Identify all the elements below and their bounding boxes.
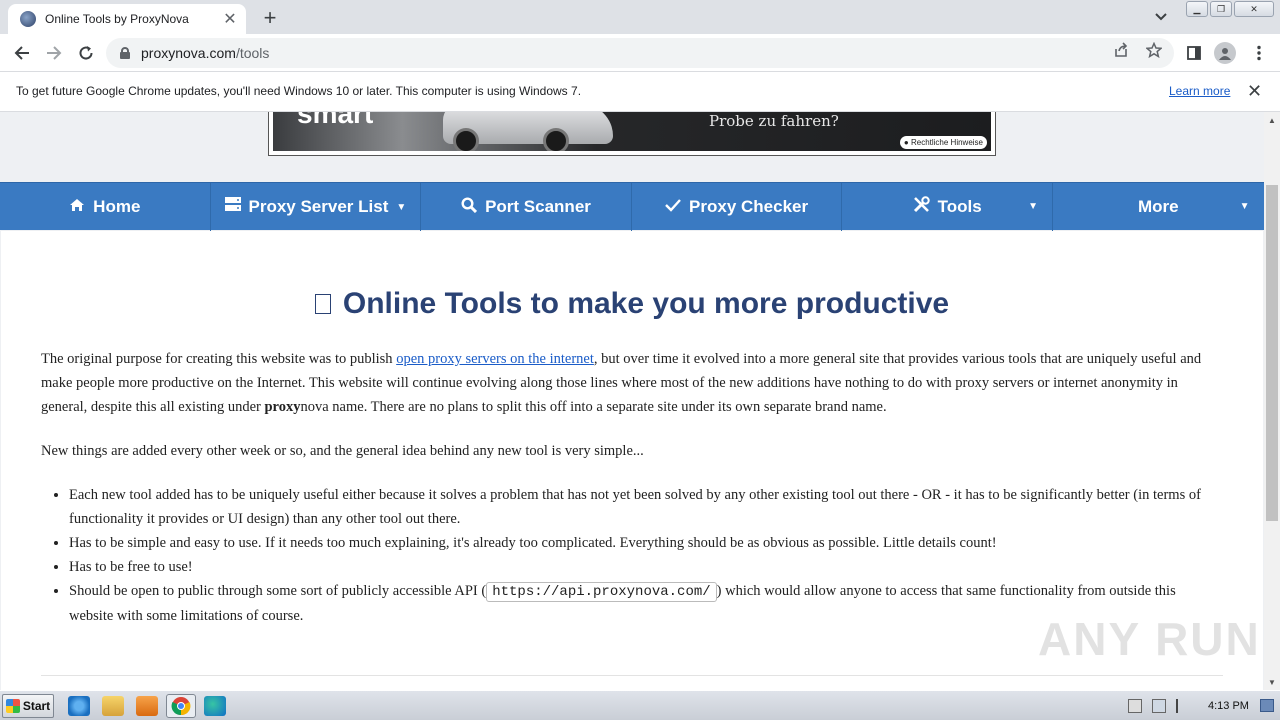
caret-down-icon: ▼ xyxy=(396,201,407,213)
tab-title: Online Tools by ProxyNova xyxy=(45,12,189,26)
nav-more-label: More xyxy=(1137,197,1179,216)
url-host: proxynova.com xyxy=(141,45,236,61)
ad-banner[interactable]: smart Probe zu fahren? ● Rechtliche Hinw… xyxy=(268,112,996,156)
file-explorer-icon[interactable] xyxy=(102,696,124,716)
tab-search-chevron-icon[interactable] xyxy=(1150,6,1172,28)
edge-icon[interactable] xyxy=(204,696,226,716)
back-arrow-icon[interactable] xyxy=(10,41,34,65)
page-viewport: smart Probe zu fahren? ● Rechtliche Hinw… xyxy=(0,112,1264,690)
system-tray xyxy=(1122,693,1280,719)
nav-proxy-server-list-label: Proxy Server List xyxy=(248,197,389,216)
infobar-message: To get future Google Chrome updates, you… xyxy=(16,84,582,98)
page-scrollbar[interactable]: ▲ ▼ xyxy=(1264,112,1280,690)
page-title-text: Online Tools to make you more productive xyxy=(342,287,950,320)
intro-bold-proxy: proxy xyxy=(264,399,301,415)
learn-more-link[interactable]: Learn more xyxy=(1169,84,1230,98)
site-navbar: Home Proxy Server List ▼ Port Scanner Pr… xyxy=(0,182,1264,231)
tab-strip: Online Tools by ProxyNova ✕ + ▁ ❐ ✕ xyxy=(0,0,1280,34)
ad-legal-button[interactable]: ● Rechtliche Hinweise xyxy=(899,136,987,149)
restore-button[interactable]: ❐ xyxy=(1210,1,1232,17)
caret-down-icon: ▼ xyxy=(1028,201,1038,212)
start-button[interactable]: Start xyxy=(2,694,54,718)
network-icon[interactable] xyxy=(1152,699,1166,713)
scroll-up-icon[interactable]: ▲ xyxy=(1268,116,1276,125)
nav-port-scanner-label: Port Scanner xyxy=(485,197,591,216)
principles-list: Each new tool added has to be uniquely u… xyxy=(41,483,1221,628)
intro-text-start: The original purpose for creating this w… xyxy=(41,351,397,367)
car-wheel-icon xyxy=(543,128,569,151)
infobar-close-icon[interactable]: ✕ xyxy=(1247,81,1262,102)
window-controls: ▁ ❐ ✕ xyxy=(1186,1,1274,17)
nav-more[interactable]: More ▼ xyxy=(1053,183,1264,231)
reload-icon[interactable] xyxy=(74,41,98,65)
browser-tab[interactable]: Online Tools by ProxyNova ✕ xyxy=(8,4,246,34)
new-tab-button[interactable]: + xyxy=(258,5,282,30)
chrome-taskbar-button[interactable] xyxy=(166,694,196,718)
volume-icon[interactable] xyxy=(1128,699,1142,713)
page-title: Online Tools to make you more productive xyxy=(1,287,1263,321)
ad-brand-logo: smart xyxy=(297,112,374,129)
list-item: Each new tool added has to be uniquely u… xyxy=(69,483,1221,531)
address-bar[interactable]: proxynova.com/tools xyxy=(106,38,1174,68)
search-icon xyxy=(461,196,478,218)
api-text-start: Should be open to public through some so… xyxy=(69,583,487,599)
caret-down-icon: ▼ xyxy=(1239,201,1250,212)
tab-close-icon[interactable]: ✕ xyxy=(220,9,240,29)
url-path: /tools xyxy=(235,45,270,61)
list-item: Has to be free to use! xyxy=(69,555,1221,579)
profile-avatar-icon[interactable] xyxy=(1214,42,1236,64)
forward-arrow-icon[interactable] xyxy=(42,41,66,65)
intro-text-end: nova name. There are no plans to split t… xyxy=(300,399,887,415)
server-icon xyxy=(224,197,241,217)
scrollbar-thumb[interactable] xyxy=(1266,185,1278,521)
minimize-button[interactable]: ▁ xyxy=(1186,1,1208,17)
car-wheel-icon xyxy=(453,128,479,151)
action-center-flag-icon[interactable] xyxy=(1176,699,1188,713)
share-icon[interactable] xyxy=(1112,41,1130,59)
chrome-icon xyxy=(171,697,191,716)
windows-flag-icon xyxy=(5,699,20,713)
list-item: Has to be simple and easy to use. If it … xyxy=(69,531,1221,555)
api-url-code: https://api.proxynova.com/ xyxy=(486,582,717,602)
nav-tools[interactable]: Tools ▼ xyxy=(842,183,1053,231)
start-label: Start xyxy=(22,699,51,713)
open-proxy-servers-link[interactable]: open proxy servers on the internet xyxy=(396,351,594,367)
internet-explorer-icon[interactable] xyxy=(68,696,90,716)
nav-port-scanner[interactable]: Port Scanner xyxy=(421,183,632,231)
nav-home[interactable]: Home xyxy=(0,183,211,231)
ad-image[interactable]: smart Probe zu fahren? ● Rechtliche Hinw… xyxy=(273,112,991,151)
divider xyxy=(41,675,1223,676)
nav-tools-label: Tools xyxy=(937,197,982,216)
second-paragraph: New things are added every other week or… xyxy=(41,443,644,459)
nav-home-label: Home xyxy=(93,197,141,216)
window-close-button[interactable]: ✕ xyxy=(1234,1,1274,17)
bookmark-star-icon[interactable] xyxy=(1145,41,1163,59)
update-infobar: To get future Google Chrome updates, you… xyxy=(0,72,1280,112)
kebab-menu-icon[interactable] xyxy=(1248,42,1270,64)
tools-icon xyxy=(913,196,930,218)
media-player-icon[interactable] xyxy=(136,696,158,716)
scroll-down-icon[interactable]: ▼ xyxy=(1268,678,1276,687)
nav-proxy-checker-label: Proxy Checker xyxy=(689,197,809,216)
ad-tagline: Probe zu fahren? xyxy=(709,112,839,130)
proxynova-favicon-icon xyxy=(20,11,36,27)
show-desktop-icon[interactable] xyxy=(1260,699,1274,712)
home-icon xyxy=(69,197,85,217)
anyrun-watermark: ANY RUN xyxy=(1038,613,1261,665)
title-glyph-icon xyxy=(314,294,331,314)
intro-paragraph: The original purpose for creating this w… xyxy=(41,347,1221,419)
check-icon xyxy=(665,197,681,217)
ad-legal-label: Rechtliche Hinweise xyxy=(910,138,983,147)
browser-toolbar: proxynova.com/tools xyxy=(0,34,1280,72)
side-panel-icon[interactable] xyxy=(1183,42,1205,64)
nav-proxy-server-list[interactable]: Proxy Server List ▼ xyxy=(211,183,422,231)
taskbar-clock[interactable]: 4:13 PM xyxy=(1208,700,1249,712)
url-text: proxynova.com/tools xyxy=(141,45,269,61)
windows-taskbar: Start 4:13 PM xyxy=(0,690,1280,720)
lock-icon[interactable] xyxy=(120,47,130,59)
nav-proxy-checker[interactable]: Proxy Checker xyxy=(632,183,843,231)
